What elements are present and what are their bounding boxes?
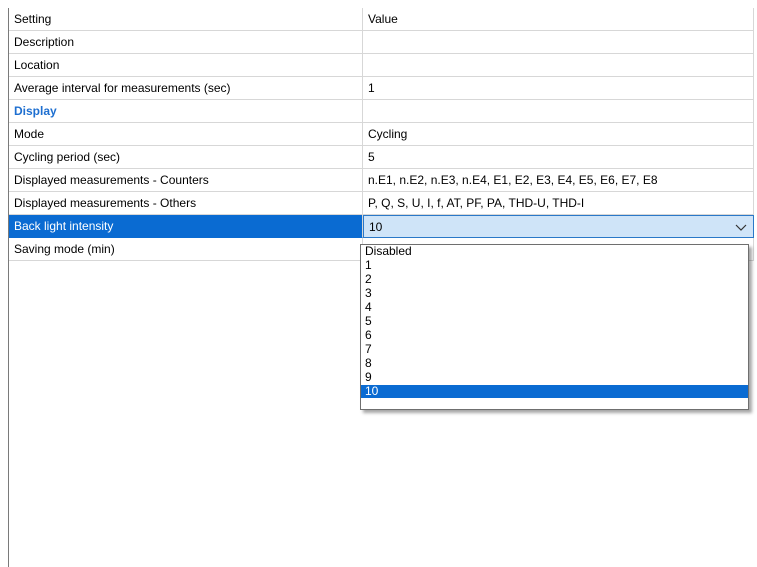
row-displayed-counters[interactable]: Displayed measurements - Counters n.E1, … xyxy=(9,169,754,192)
setting-label: Displayed measurements - Others xyxy=(9,192,363,215)
row-description[interactable]: Description xyxy=(9,31,754,54)
setting-label: Mode xyxy=(9,123,363,146)
dropdown-option-disabled[interactable]: Disabled xyxy=(361,245,748,258)
value-field[interactable]: P, Q, S, U, I, f, AT, PF, PA, THD-U, THD… xyxy=(363,192,754,215)
dropdown-option-9[interactable]: 9 xyxy=(361,371,748,384)
back-light-intensity-dropdown-list[interactable]: Disabled 1 2 3 4 5 6 7 8 9 10 xyxy=(360,244,749,410)
row-back-light-intensity[interactable]: Back light intensity 10 xyxy=(9,215,754,238)
value-field[interactable]: Cycling xyxy=(363,123,754,146)
setting-label: Displayed measurements - Counters xyxy=(9,169,363,192)
setting-label: Cycling period (sec) xyxy=(9,146,363,169)
dropdown-option-3[interactable]: 3 xyxy=(361,287,748,300)
combobox-value: 10 xyxy=(369,220,383,234)
column-header-setting[interactable]: Setting xyxy=(9,8,363,31)
dropdown-option-1[interactable]: 1 xyxy=(361,259,748,272)
dropdown-option-7[interactable]: 7 xyxy=(361,343,748,356)
section-value xyxy=(363,100,754,123)
section-label: Display xyxy=(9,100,363,123)
row-average-interval[interactable]: Average interval for measurements (sec) … xyxy=(9,77,754,100)
dropdown-option-8[interactable]: 8 xyxy=(361,357,748,370)
value-field[interactable]: 5 xyxy=(363,146,754,169)
chevron-down-icon[interactable] xyxy=(734,216,748,238)
value-field[interactable]: n.E1, n.E2, n.E3, n.E4, E1, E2, E3, E4, … xyxy=(363,169,754,192)
column-header-value[interactable]: Value xyxy=(363,8,754,31)
dropdown-option-4[interactable]: 4 xyxy=(361,301,748,314)
back-light-intensity-combobox[interactable]: 10 xyxy=(363,215,754,238)
row-mode[interactable]: Mode Cycling xyxy=(9,123,754,146)
setting-label: Average interval for measurements (sec) xyxy=(9,77,363,100)
setting-label: Saving mode (min) xyxy=(9,238,363,261)
value-field[interactable] xyxy=(363,31,754,54)
dropdown-option-5[interactable]: 5 xyxy=(361,315,748,328)
dropdown-option-2[interactable]: 2 xyxy=(361,273,748,286)
row-location[interactable]: Location xyxy=(9,54,754,77)
setting-label: Back light intensity xyxy=(9,215,363,238)
setting-label: Description xyxy=(9,31,363,54)
dropdown-option-6[interactable]: 6 xyxy=(361,329,748,342)
row-displayed-others[interactable]: Displayed measurements - Others P, Q, S,… xyxy=(9,192,754,215)
dropdown-option-10-selected[interactable]: 10 xyxy=(361,385,748,398)
row-cycling-period[interactable]: Cycling period (sec) 5 xyxy=(9,146,754,169)
value-field[interactable]: 1 xyxy=(363,77,754,100)
section-display: Display xyxy=(9,100,754,123)
value-field[interactable] xyxy=(363,54,754,77)
setting-label: Location xyxy=(9,54,363,77)
grid-header: Setting Value xyxy=(9,8,754,31)
